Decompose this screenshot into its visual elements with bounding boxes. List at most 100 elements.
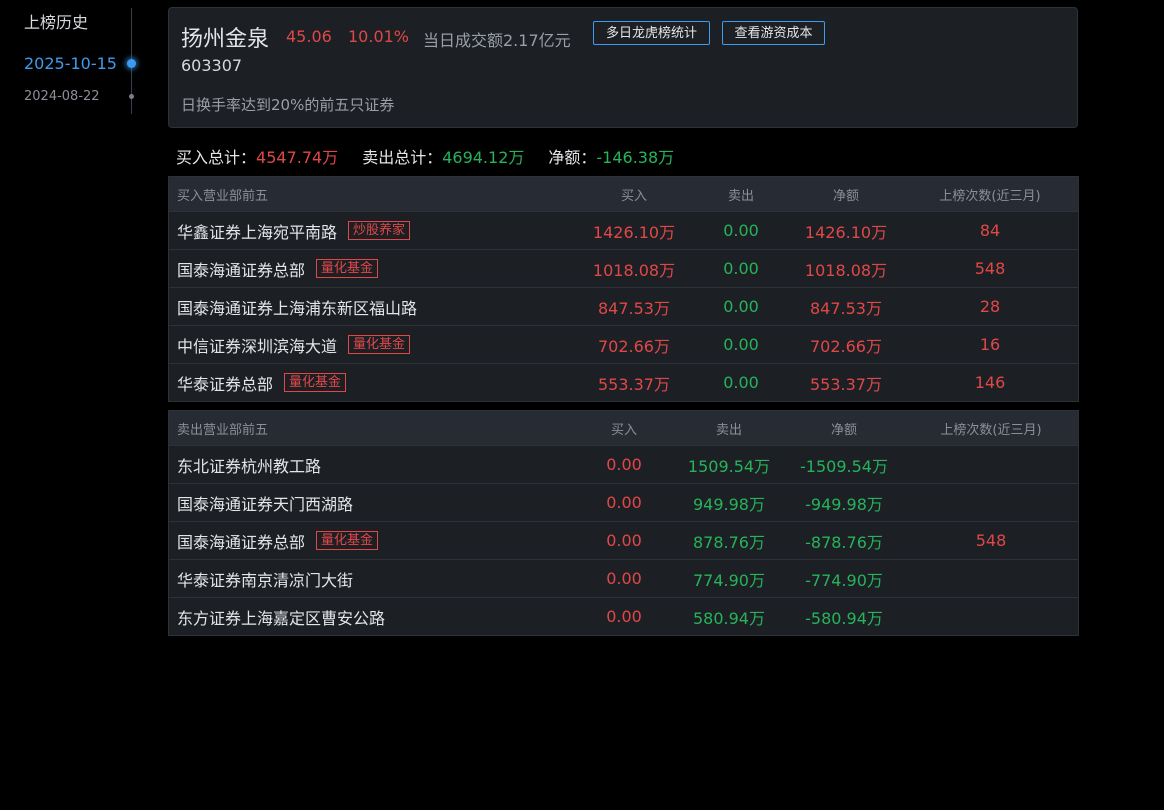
sell-total-value: 4694.12万 bbox=[442, 148, 525, 167]
table-body: 华鑫证券上海宛平南路 炒股养家 1426.10万 0.00 1426.10万 84 国泰海通… bbox=[169, 211, 1078, 401]
table-row[interactable]: 国泰海通证券总部 量化基金 0.00 878.76万 -878.76万 548 bbox=[169, 521, 1078, 559]
listing-count bbox=[921, 484, 1061, 521]
net-amount: 847.53万 bbox=[810, 298, 882, 318]
branch-cell: 东方证券上海嘉定区曹安公路 bbox=[177, 598, 385, 635]
net-amount: 1426.10万 bbox=[804, 222, 888, 242]
table-row[interactable]: 国泰海通证券天门西湖路 0.00 949.98万 -949.98万 bbox=[169, 483, 1078, 521]
table-row[interactable]: 华泰证券总部 量化基金 553.37万 0.00 553.37万 146 bbox=[169, 363, 1078, 401]
sell-amount: 774.90万 bbox=[693, 570, 765, 590]
column-header-branch: 卖出营业部前五 bbox=[177, 422, 269, 438]
branch-cell: 东北证券杭州教工路 bbox=[177, 446, 321, 483]
buy-branches-table: 买入营业部前五 买入 卖出 净额 上榜次数(近三月) 华鑫证券上海宛平南路 炒股养… bbox=[168, 176, 1079, 402]
net-total-value: -146.38万 bbox=[596, 148, 675, 167]
branch-cell: 国泰海通证券总部 量化基金 bbox=[177, 522, 379, 559]
stock-change-percent: 10.01% bbox=[348, 27, 410, 46]
net-amount: -580.94万 bbox=[805, 608, 883, 628]
page: 上榜历史 2025-10-15 2024-08-22 扬州金泉 45.06 10… bbox=[0, 0, 1164, 810]
buy-amount: 1426.10万 bbox=[592, 222, 676, 242]
stock-code: 603307 bbox=[181, 56, 243, 75]
listing-count bbox=[921, 446, 1061, 483]
listing-reason: 日换手率达到20%的前五只证券 bbox=[181, 96, 395, 114]
net-amount: 553.37万 bbox=[810, 374, 882, 394]
trader-tag[interactable]: 量化基金 bbox=[348, 335, 411, 354]
sell-amount: 1509.54万 bbox=[687, 456, 771, 476]
branch-name[interactable]: 中信证券深圳滨海大道 bbox=[177, 333, 337, 357]
trader-tag[interactable]: 量化基金 bbox=[316, 259, 379, 278]
branch-name[interactable]: 国泰海通证券天门西湖路 bbox=[177, 491, 353, 515]
column-header-net: 净额 bbox=[830, 422, 857, 438]
totals-summary: 买入总计：4547.74万 卖出总计：4694.12万 净额：-146.38万 bbox=[176, 144, 674, 168]
buy-amount: 702.66万 bbox=[598, 336, 670, 356]
net-amount: -1509.54万 bbox=[800, 456, 888, 476]
branch-cell: 中信证券深圳滨海大道 量化基金 bbox=[177, 326, 411, 363]
timeline-active-dot-icon bbox=[127, 59, 136, 68]
column-header-buy: 买入 bbox=[620, 188, 647, 204]
listing-count: 84 bbox=[979, 221, 1001, 240]
sell-amount: 878.76万 bbox=[693, 532, 765, 552]
timeline-title: 上榜历史 bbox=[24, 13, 89, 32]
stock-price: 45.06 bbox=[286, 27, 332, 46]
column-header-count: 上榜次数(近三月) bbox=[939, 188, 1041, 204]
listing-count bbox=[921, 560, 1061, 597]
table-row[interactable]: 国泰海通证券上海浦东新区福山路 847.53万 0.00 847.53万 28 bbox=[169, 287, 1078, 325]
table-row[interactable]: 国泰海通证券总部 量化基金 1018.08万 0.00 1018.08万 548 bbox=[169, 249, 1078, 287]
branch-cell: 华泰证券总部 量化基金 bbox=[177, 364, 347, 401]
net-amount: -774.90万 bbox=[805, 570, 883, 590]
net-amount: 702.66万 bbox=[810, 336, 882, 356]
column-header-sell: 卖出 bbox=[715, 422, 742, 438]
timeline-date-item[interactable]: 2024-08-22 bbox=[24, 89, 100, 104]
listing-count: 146 bbox=[974, 373, 1006, 392]
branch-name[interactable]: 东方证券上海嘉定区曹安公路 bbox=[177, 605, 385, 629]
sell-total-label: 卖出总计： bbox=[362, 148, 443, 167]
stock-header-card: 扬州金泉 45.06 10.01% 当日成交额2.17亿元 多日龙虎榜统计 查看… bbox=[168, 7, 1078, 128]
branch-cell: 国泰海通证券天门西湖路 bbox=[177, 484, 353, 521]
history-timeline: 上榜历史 2025-10-15 2024-08-22 bbox=[0, 0, 140, 120]
table-row[interactable]: 华鑫证券上海宛平南路 炒股养家 1426.10万 0.00 1426.10万 84 bbox=[169, 211, 1078, 249]
buy-amount: 1018.08万 bbox=[592, 260, 676, 280]
branch-name[interactable]: 国泰海通证券总部 bbox=[177, 529, 305, 553]
branch-name[interactable]: 国泰海通证券总部 bbox=[177, 257, 305, 281]
multi-day-stats-button[interactable]: 多日龙虎榜统计 bbox=[593, 21, 710, 45]
timeline-dot-icon bbox=[129, 94, 134, 99]
net-amount: -878.76万 bbox=[805, 532, 883, 552]
net-total-label: 净额： bbox=[548, 148, 597, 167]
trader-tag[interactable]: 量化基金 bbox=[316, 531, 379, 550]
column-header-count: 上榜次数(近三月) bbox=[940, 422, 1042, 438]
buy-total-value: 4547.74万 bbox=[256, 148, 339, 167]
table-row[interactable]: 东北证券杭州教工路 0.00 1509.54万 -1509.54万 bbox=[169, 445, 1078, 483]
branch-name[interactable]: 华泰证券南京清凉门大街 bbox=[177, 567, 353, 591]
table-header: 买入营业部前五 买入 卖出 净额 上榜次数(近三月) bbox=[169, 177, 1078, 211]
table-row[interactable]: 华泰证券南京清凉门大街 0.00 774.90万 -774.90万 bbox=[169, 559, 1078, 597]
listing-count: 28 bbox=[979, 297, 1001, 316]
branch-cell: 国泰海通证券总部 量化基金 bbox=[177, 250, 379, 287]
stock-name: 扬州金泉 bbox=[181, 27, 270, 52]
sell-amount: 949.98万 bbox=[693, 494, 765, 514]
branch-cell: 华泰证券南京清凉门大街 bbox=[177, 560, 353, 597]
buy-total-label: 买入总计： bbox=[176, 148, 257, 167]
listing-count bbox=[921, 598, 1061, 635]
listing-count: 548 bbox=[975, 531, 1007, 550]
trader-tag[interactable]: 量化基金 bbox=[284, 373, 347, 392]
timeline-date-item[interactable]: 2025-10-15 bbox=[24, 54, 117, 73]
branch-name[interactable]: 华泰证券总部 bbox=[177, 371, 273, 395]
listing-count: 16 bbox=[979, 335, 1001, 354]
stock-turnover: 当日成交额2.17亿元 bbox=[423, 31, 571, 50]
buy-amount: 553.37万 bbox=[598, 374, 670, 394]
branch-cell: 国泰海通证券上海浦东新区福山路 bbox=[177, 288, 417, 325]
trader-tag[interactable]: 炒股养家 bbox=[348, 221, 411, 240]
table-row[interactable]: 中信证券深圳滨海大道 量化基金 702.66万 0.00 702.66万 16 bbox=[169, 325, 1078, 363]
branch-cell: 华鑫证券上海宛平南路 炒股养家 bbox=[177, 212, 411, 249]
branch-name[interactable]: 国泰海通证券上海浦东新区福山路 bbox=[177, 295, 417, 319]
net-amount: -949.98万 bbox=[805, 494, 883, 514]
net-amount: 1018.08万 bbox=[804, 260, 888, 280]
branch-name[interactable]: 华鑫证券上海宛平南路 bbox=[177, 219, 337, 243]
sell-amount: 580.94万 bbox=[693, 608, 765, 628]
column-header-net: 净额 bbox=[832, 188, 859, 204]
branch-name[interactable]: 东北证券杭州教工路 bbox=[177, 453, 321, 477]
table-body: 东北证券杭州教工路 0.00 1509.54万 -1509.54万 国泰海通证券天门西湖… bbox=[169, 445, 1078, 635]
buy-amount: 847.53万 bbox=[598, 298, 670, 318]
table-row[interactable]: 东方证券上海嘉定区曹安公路 0.00 580.94万 -580.94万 bbox=[169, 597, 1078, 635]
sell-branches-table: 卖出营业部前五 买入 卖出 净额 上榜次数(近三月) 东北证券杭州教工路 0.00… bbox=[168, 410, 1079, 636]
view-trader-cost-button[interactable]: 查看游资成本 bbox=[722, 21, 825, 45]
listing-count: 548 bbox=[974, 259, 1006, 278]
